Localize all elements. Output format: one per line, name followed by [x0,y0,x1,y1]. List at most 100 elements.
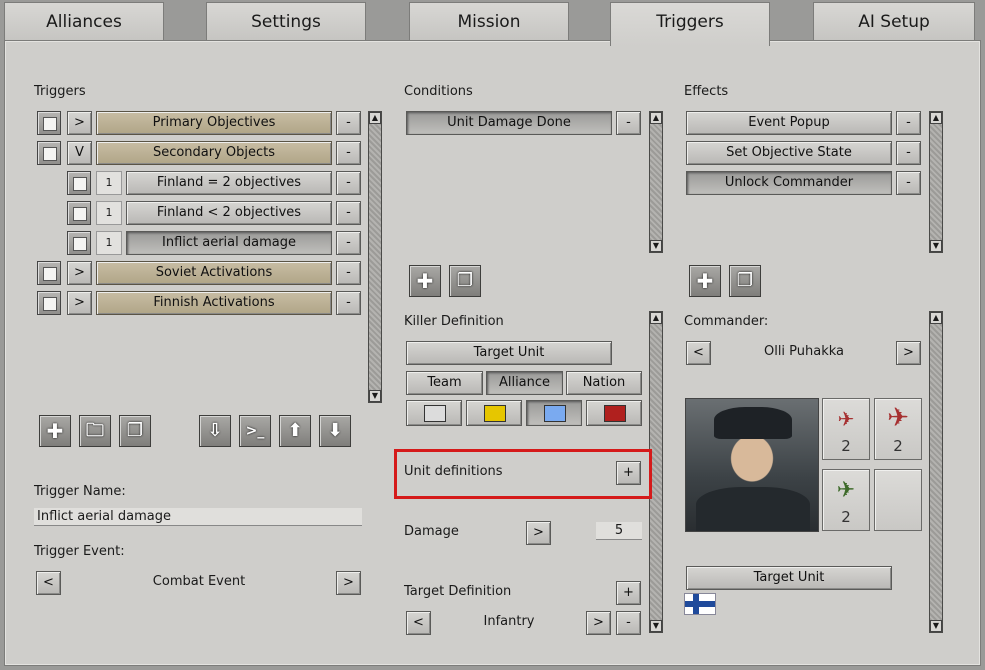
trigger-remove-button[interactable]: - [336,261,361,285]
effects-scrollbar[interactable]: ▲ ▼ [929,111,943,253]
mode-team-button[interactable]: Team [406,371,483,395]
scroll-up-icon[interactable]: ▲ [369,112,381,124]
trigger-row[interactable]: Finland < 2 objectives [126,201,332,225]
trigger-checkbox[interactable] [67,201,91,225]
mode-nation-button[interactable]: Nation [566,371,642,395]
trigger-checkbox[interactable] [37,111,61,135]
trigger-expand-button[interactable]: > [67,111,92,135]
move-up-button[interactable]: ⬆ [279,415,311,447]
trigger-name-label: Trigger Name: [34,484,126,499]
scroll-up-icon[interactable]: ▲ [930,112,942,124]
mode-alliance-button[interactable]: Alliance [486,371,563,395]
add-folder-button[interactable]: 🗀 [79,415,111,447]
plane-count: 2 [841,508,851,526]
add-target-definition-button[interactable]: + [616,581,641,605]
target-prev-button[interactable]: < [406,611,431,635]
scroll-down-icon[interactable]: ▼ [369,390,381,402]
killer-target-unit-button[interactable]: Target Unit [406,341,612,365]
trigger-event-value: Combat Event [152,574,246,589]
effect-details-scrollbar[interactable]: ▲ ▼ [929,311,943,633]
effect-row-selected[interactable]: Unlock Commander [686,171,892,195]
copy-condition-button[interactable]: ❐ [449,265,481,297]
trigger-remove-button[interactable]: - [336,141,361,165]
trigger-expand-button[interactable]: V [67,141,92,165]
plane-slot-empty[interactable] [874,469,922,531]
scroll-down-icon[interactable]: ▼ [650,620,662,632]
effect-row[interactable]: Event Popup [686,111,892,135]
scroll-up-icon[interactable]: ▲ [650,312,662,324]
swatch-color [604,405,626,422]
conditions-scrollbar[interactable]: ▲ ▼ [649,111,663,253]
damage-value-input[interactable]: 5 [596,522,642,540]
trigger-checkbox[interactable] [37,291,61,315]
tab-triggers[interactable]: Triggers [610,2,770,46]
plane-red-icon: ✈ [837,407,855,431]
trigger-checkbox[interactable] [67,171,91,195]
trigger-remove-button[interactable]: - [336,291,361,315]
trigger-row[interactable]: Soviet Activations [96,261,332,285]
commander-portrait [685,398,819,532]
tab-settings[interactable]: Settings [206,2,366,40]
effect-row[interactable]: Set Objective State [686,141,892,165]
add-effect-button[interactable]: ✚ [689,265,721,297]
tab-mission[interactable]: Mission [409,2,569,40]
event-prev-button[interactable]: < [36,571,61,595]
effect-remove-button[interactable]: - [896,171,921,195]
plane-green-icon: ✈ [836,478,856,503]
scroll-down-icon[interactable]: ▼ [930,620,942,632]
commander-label: Commander: [684,314,769,329]
add-condition-button[interactable]: ✚ [409,265,441,297]
trigger-expand-button[interactable]: > [67,291,92,315]
trigger-row[interactable]: Secondary Objects [96,141,332,165]
effect-target-unit-button[interactable]: Target Unit [686,566,892,590]
import-button[interactable]: ⇩ [199,415,231,447]
trigger-remove-button[interactable]: - [336,201,361,225]
damage-operator-button[interactable]: > [526,521,551,545]
plane-slot[interactable]: ✈ 2 [874,398,922,460]
commander-prev-button[interactable]: < [686,341,711,365]
tab-ai-setup[interactable]: AI Setup [813,2,975,40]
swatch-white[interactable] [406,400,462,426]
trigger-name-input[interactable]: Inflict aerial damage [34,508,362,526]
trigger-remove-button[interactable]: - [336,111,361,135]
unit-definitions-label: Unit definitions [404,464,503,479]
scroll-up-icon[interactable]: ▲ [930,312,942,324]
trigger-checkbox[interactable] [37,261,61,285]
trigger-expand-button[interactable]: > [67,261,92,285]
target-next-button[interactable]: > [586,611,611,635]
copy-effect-button[interactable]: ❐ [729,265,761,297]
portrait-coat [696,487,810,531]
swatch-yellow[interactable] [466,400,522,426]
conditions-heading: Conditions [404,84,473,99]
effect-remove-button[interactable]: - [896,111,921,135]
trigger-remove-button[interactable]: - [336,231,361,255]
target-remove-button[interactable]: - [616,611,641,635]
triggers-scrollbar[interactable]: ▲ ▼ [368,111,382,403]
trigger-checkbox[interactable] [37,141,61,165]
trigger-row-selected[interactable]: Inflict aerial damage [126,231,332,255]
scroll-down-icon[interactable]: ▼ [930,240,942,252]
condition-row[interactable]: Unit Damage Done [406,111,612,135]
trigger-remove-button[interactable]: - [336,171,361,195]
trigger-checkbox[interactable] [67,231,91,255]
copy-trigger-button[interactable]: ❐ [119,415,151,447]
swatch-blue[interactable] [526,400,582,426]
commander-next-button[interactable]: > [896,341,921,365]
add-trigger-button[interactable]: ✚ [39,415,71,447]
plane-slot[interactable]: ✈ 2 [822,469,870,531]
trigger-row[interactable]: Primary Objectives [96,111,332,135]
condition-remove-button[interactable]: - [616,111,641,135]
swatch-red[interactable] [586,400,642,426]
effect-remove-button[interactable]: - [896,141,921,165]
swatch-color [544,405,566,422]
add-unit-definition-button[interactable]: + [616,461,641,485]
scroll-up-icon[interactable]: ▲ [650,112,662,124]
move-down-button[interactable]: ⬇ [319,415,351,447]
trigger-row[interactable]: Finland = 2 objectives [126,171,332,195]
scroll-down-icon[interactable]: ▼ [650,240,662,252]
tab-alliances[interactable]: Alliances [4,2,164,40]
event-next-button[interactable]: > [336,571,361,595]
console-button[interactable]: >_ [239,415,271,447]
plane-slot[interactable]: ✈ 2 [822,398,870,460]
trigger-row[interactable]: Finnish Activations [96,291,332,315]
